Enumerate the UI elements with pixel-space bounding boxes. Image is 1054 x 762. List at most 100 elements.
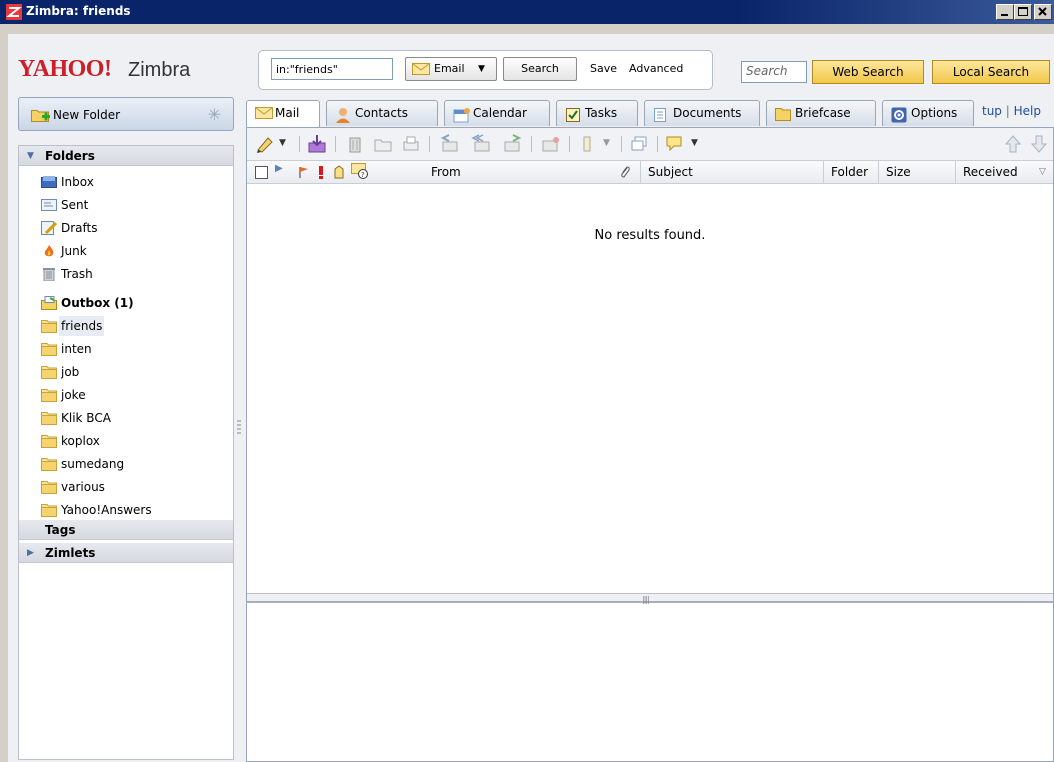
folder-label: Sent	[61, 198, 89, 212]
inbox-icon	[41, 175, 57, 189]
tags-header[interactable]: Tags	[19, 520, 233, 540]
size-column-header[interactable]: Size	[880, 161, 956, 183]
close-icon	[1038, 7, 1047, 16]
page-down-icon[interactable]	[1029, 134, 1049, 154]
message-list-header: ▶ ? From Subject Folder Size Received ▽	[247, 160, 1053, 184]
from-column-label: From	[431, 165, 461, 179]
drafts-icon	[41, 221, 58, 235]
view-dropdown-icon[interactable]: ▼	[691, 138, 698, 148]
tag-dropdown-icon[interactable]: ▼	[603, 138, 610, 148]
view-icon[interactable]	[665, 134, 685, 154]
folder-label: koplox	[61, 434, 100, 448]
folders-header[interactable]: ▼ Folders	[19, 146, 233, 166]
folder-label: Outbox (1)	[61, 296, 134, 310]
received-column-header[interactable]: Received ▽	[957, 161, 1053, 183]
folder-column-header[interactable]: Folder	[825, 161, 879, 183]
tab-briefcase[interactable]: Briefcase	[766, 100, 876, 126]
folder-column-label: Folder	[831, 165, 869, 179]
toolbar-separator	[299, 136, 300, 152]
folder-label: Drafts	[61, 221, 98, 235]
tab-documents[interactable]: Documents	[644, 100, 760, 126]
sash-grip-icon: ||||	[642, 595, 650, 604]
search-button[interactable]: Search	[503, 57, 577, 81]
status-icon[interactable]: ?	[351, 163, 369, 179]
paperclip-icon	[621, 166, 630, 178]
tab-contacts[interactable]: Contacts	[326, 100, 438, 126]
new-window-icon[interactable]	[629, 134, 649, 154]
mail-icon	[255, 107, 273, 122]
tab-label: Mail	[275, 106, 300, 120]
tab-tasks[interactable]: Tasks	[556, 100, 638, 126]
contacts-icon	[335, 107, 351, 126]
zimlets-header[interactable]: ▶ Zimlets	[19, 543, 233, 563]
tags-header-label: Tags	[45, 523, 76, 537]
advanced-search-button[interactable]: Advanced	[629, 58, 683, 80]
flag-icon[interactable]	[297, 165, 309, 179]
tab-calendar[interactable]: Calendar	[444, 100, 550, 126]
help-link[interactable]: Help	[1014, 104, 1041, 118]
setup-link[interactable]: tup	[982, 104, 1002, 118]
folder-label: job	[61, 365, 80, 379]
sidebar-splitter[interactable]	[236, 418, 242, 438]
folder-icon	[41, 434, 57, 448]
new-folder-label: New Folder	[53, 108, 121, 122]
tab-options[interactable]: Options	[882, 100, 974, 126]
from-column-header[interactable]: From	[425, 161, 637, 183]
tag-icon[interactable]	[577, 134, 597, 154]
tab-label: Options	[911, 106, 958, 120]
calendar-icon	[453, 107, 471, 126]
delete-icon[interactable]	[345, 134, 365, 154]
get-mail-icon[interactable]	[307, 134, 327, 154]
minimize-button[interactable]	[996, 4, 1014, 20]
folder-icon	[41, 342, 57, 356]
folder-label: Junk	[61, 244, 87, 258]
toolbar-separator	[621, 136, 622, 152]
forward-icon[interactable]	[503, 134, 523, 154]
web-search-button[interactable]: Web Search	[812, 60, 924, 84]
folder-tree: ▼ Folders Inbox Sent Drafts Junk Trash Outbox…	[18, 145, 234, 760]
attachment-column-header[interactable]	[611, 161, 641, 183]
close-button[interactable]	[1034, 4, 1052, 20]
save-search-button[interactable]: Save	[590, 58, 617, 80]
print-icon[interactable]	[401, 134, 421, 154]
yahoo-logo-text: YAHOO!	[18, 56, 112, 82]
page-up-icon[interactable]	[1003, 134, 1023, 154]
folder-label: Klik BCA	[61, 411, 111, 425]
reading-pane-sash[interactable]: ||||	[247, 593, 1053, 604]
select-all-checkbox[interactable]	[255, 166, 268, 179]
search-input[interactable]	[271, 58, 393, 80]
title-bar: Zimbra: friends	[0, 0, 1054, 24]
email-envelope-icon	[412, 63, 430, 75]
tag-column-icon[interactable]	[333, 165, 345, 179]
chevron-down-icon: ▼	[478, 64, 485, 74]
tab-label: Calendar	[473, 106, 527, 120]
move-icon[interactable]	[373, 134, 393, 154]
folder-icon	[41, 411, 57, 425]
folder-icon	[41, 388, 57, 402]
search-type-dropdown[interactable]: Email ▼	[405, 57, 497, 81]
priority-icon[interactable]	[317, 165, 325, 179]
mail-toolbar: ▼ ▼ ▼	[247, 128, 1053, 160]
mail-panel: ▼ ▼ ▼ ▶ ? From Subject Folder Size Recei…	[246, 127, 1054, 762]
new-folder-button[interactable]: New Folder ✳	[18, 97, 234, 131]
tab-label: Briefcase	[795, 106, 851, 120]
zimbra-app-icon	[6, 4, 22, 20]
reply-icon[interactable]	[439, 134, 459, 154]
expand-icon[interactable]: ▶	[275, 163, 283, 174]
link-separator: |	[1005, 104, 1010, 118]
help-links: tup | Help	[982, 104, 1041, 118]
folder-icon	[41, 480, 57, 494]
compose-dropdown-icon[interactable]: ▼	[279, 138, 286, 148]
toolbar-separator	[657, 136, 658, 152]
web-search-input[interactable]: Search	[741, 61, 807, 83]
compose-icon[interactable]	[255, 134, 275, 154]
local-search-button[interactable]: Local Search	[932, 60, 1050, 84]
folder-label: Yahoo!Answers	[61, 503, 152, 517]
minimize-icon	[1001, 14, 1008, 16]
spam-icon[interactable]	[541, 134, 561, 154]
folders-header-label: Folders	[45, 149, 95, 163]
tab-mail[interactable]: Mail	[246, 100, 320, 128]
reply-all-icon[interactable]	[471, 134, 491, 154]
subject-column-header[interactable]: Subject	[642, 161, 824, 183]
maximize-button[interactable]	[1014, 4, 1032, 20]
